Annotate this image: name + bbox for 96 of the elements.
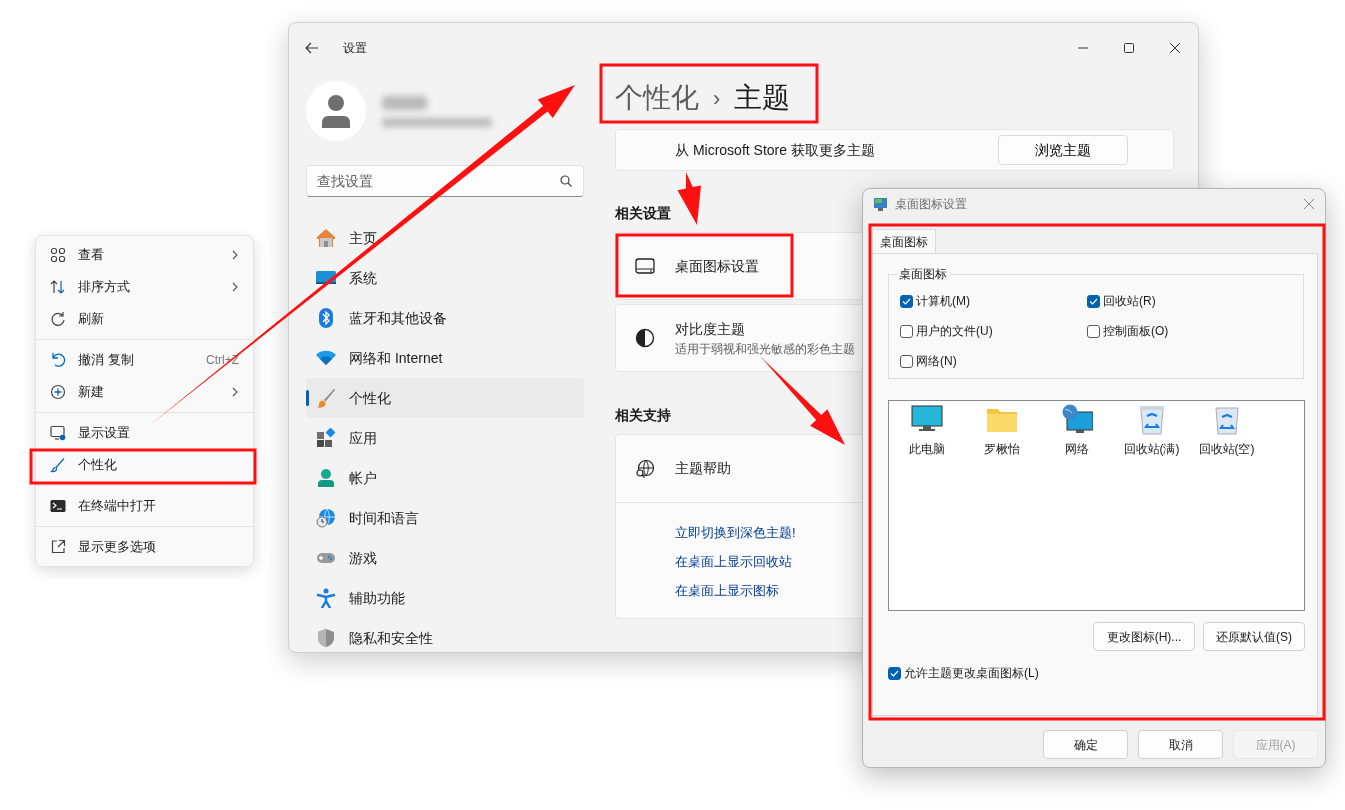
checkbox[interactable] [888, 666, 901, 680]
checkbox-label: 网络(N) [916, 353, 957, 370]
window-title: 设置 [343, 40, 368, 57]
apps-icon [316, 428, 336, 448]
section-heading: 相关支持 [615, 406, 671, 425]
brush-icon [50, 457, 66, 473]
nav-item[interactable]: 隐私和安全性 [306, 618, 584, 652]
globe-monitor-icon [1060, 404, 1093, 436]
menu-item[interactable]: 排序方式 [40, 271, 249, 303]
checkbox-label: 回收站(R) [1103, 293, 1156, 310]
annotation-arrow [677, 172, 701, 225]
shield-icon [316, 628, 336, 648]
chevron-right-icon [231, 250, 239, 260]
help-link[interactable]: 在桌面上显示回收站 [675, 552, 792, 571]
checkbox[interactable] [1087, 324, 1100, 338]
desktop-icon-item[interactable]: 回收站(空) [1189, 404, 1264, 458]
desktop-icon-item[interactable]: 罗楸怡 [964, 404, 1039, 458]
breadcrumb-link[interactable]: 个性化 [615, 77, 699, 119]
checkbox-label: 计算机(M) [916, 293, 970, 310]
desktop-icon-item[interactable]: 网络 [1039, 404, 1114, 458]
menu-item[interactable]: 个性化 [40, 449, 249, 481]
checkbox-label: 用户的文件(U) [916, 323, 993, 340]
terminal-icon [50, 498, 66, 514]
menu-item[interactable]: 显示更多选项 [40, 531, 249, 563]
add-circle-icon [50, 384, 66, 400]
browse-themes-button[interactable]: 浏览主题 [998, 135, 1128, 165]
help-link[interactable]: 立即切换到深色主题! [675, 523, 796, 542]
sort-arrows-icon [50, 279, 66, 295]
blurred-account-name [382, 95, 427, 110]
checkbox[interactable] [1087, 294, 1100, 308]
globe-clock-icon [316, 508, 336, 528]
tab[interactable]: 桌面图标 [872, 229, 936, 253]
desktop-icon [873, 196, 889, 212]
grid-icon [50, 247, 66, 263]
help-link[interactable]: 在桌面上显示图标 [675, 581, 779, 600]
person-icon [316, 468, 336, 488]
checkbox[interactable] [900, 324, 913, 338]
section-heading: 相关设置 [615, 204, 671, 223]
nav-item[interactable]: 蓝牙和其他设备 [306, 298, 584, 338]
row-title: 桌面图标设置 [675, 256, 759, 276]
dialog-button[interactable]: 取消 [1138, 730, 1223, 759]
store-text: 从 Microsoft Store 获取更多主题 [675, 140, 876, 160]
search-field[interactable]: 查找设置 [306, 165, 584, 197]
wifi-icon [316, 348, 336, 368]
bluetooth-icon [316, 308, 336, 328]
breadcrumb-separator: › [713, 84, 721, 113]
checkmark-icon [1089, 297, 1098, 305]
nav-item[interactable]: 帐户 [306, 458, 584, 498]
search-icon [560, 175, 572, 187]
dialog-button[interactable]: 还原默认值(S) [1203, 622, 1305, 651]
chevron-right-icon [231, 282, 239, 292]
nav-item[interactable]: 主页 [306, 218, 584, 258]
nav-item[interactable]: 个性化 [306, 378, 584, 418]
contrast-icon [635, 328, 655, 348]
row-title: 对比度主题 [675, 319, 746, 339]
display-settings-icon [50, 425, 66, 441]
menu-item[interactable]: 显示设置 [40, 417, 249, 449]
menu-item[interactable]: 新建 [40, 376, 249, 408]
refresh-icon [50, 311, 66, 327]
menu-item[interactable]: 在终端中打开 [40, 490, 249, 522]
checkmark-icon [902, 297, 911, 305]
menu-item[interactable]: 刷新 [40, 303, 249, 335]
desktop-icon-item[interactable]: 此电脑 [889, 404, 964, 458]
window-title: 桌面图标设置 [895, 196, 968, 213]
accessibility-icon [316, 588, 336, 608]
page-title: 主题 [734, 81, 791, 115]
undo-icon [50, 352, 66, 368]
nav-item[interactable]: 应用 [306, 418, 584, 458]
globe-search-icon [635, 458, 655, 479]
desktop-icon-item[interactable]: 回收站(满) [1114, 404, 1189, 458]
checkbox[interactable] [900, 294, 913, 308]
close-icon[interactable] [1170, 43, 1180, 53]
brush-icon [316, 388, 336, 408]
checkbox-label: 允许主题更改桌面图标(L) [904, 665, 1039, 682]
selection-indicator [306, 390, 309, 406]
chevron-right-icon [231, 387, 239, 397]
back-arrow-icon [305, 42, 319, 54]
open-external-icon [50, 539, 66, 555]
dialog-button: 应用(A) [1233, 730, 1318, 759]
nav-item[interactable]: 时间和语言 [306, 498, 584, 538]
group-label: 桌面图标 [897, 267, 949, 281]
dialog-button[interactable]: 更改图标(H)... [1093, 622, 1195, 651]
nav-item[interactable]: 网络和 Internet [306, 338, 584, 378]
checkmark-icon [890, 669, 899, 677]
dialog-button[interactable]: 确定 [1043, 730, 1128, 759]
checkbox-label: 控制面板(O) [1103, 323, 1169, 340]
person-silhouette-icon [321, 94, 351, 128]
menu-item[interactable]: 查看 [40, 239, 249, 271]
display-icon [635, 256, 655, 276]
row-subtitle: 适用于弱视和强光敏感的彩色主题 [675, 340, 855, 358]
help-title[interactable]: 主题帮助 [675, 458, 731, 479]
checkbox[interactable] [900, 354, 913, 368]
nav-item[interactable]: 游戏 [306, 538, 584, 578]
maximize-icon[interactable] [1124, 43, 1134, 53]
nav-item[interactable]: 辅助功能 [306, 578, 584, 618]
house-icon [316, 228, 336, 248]
